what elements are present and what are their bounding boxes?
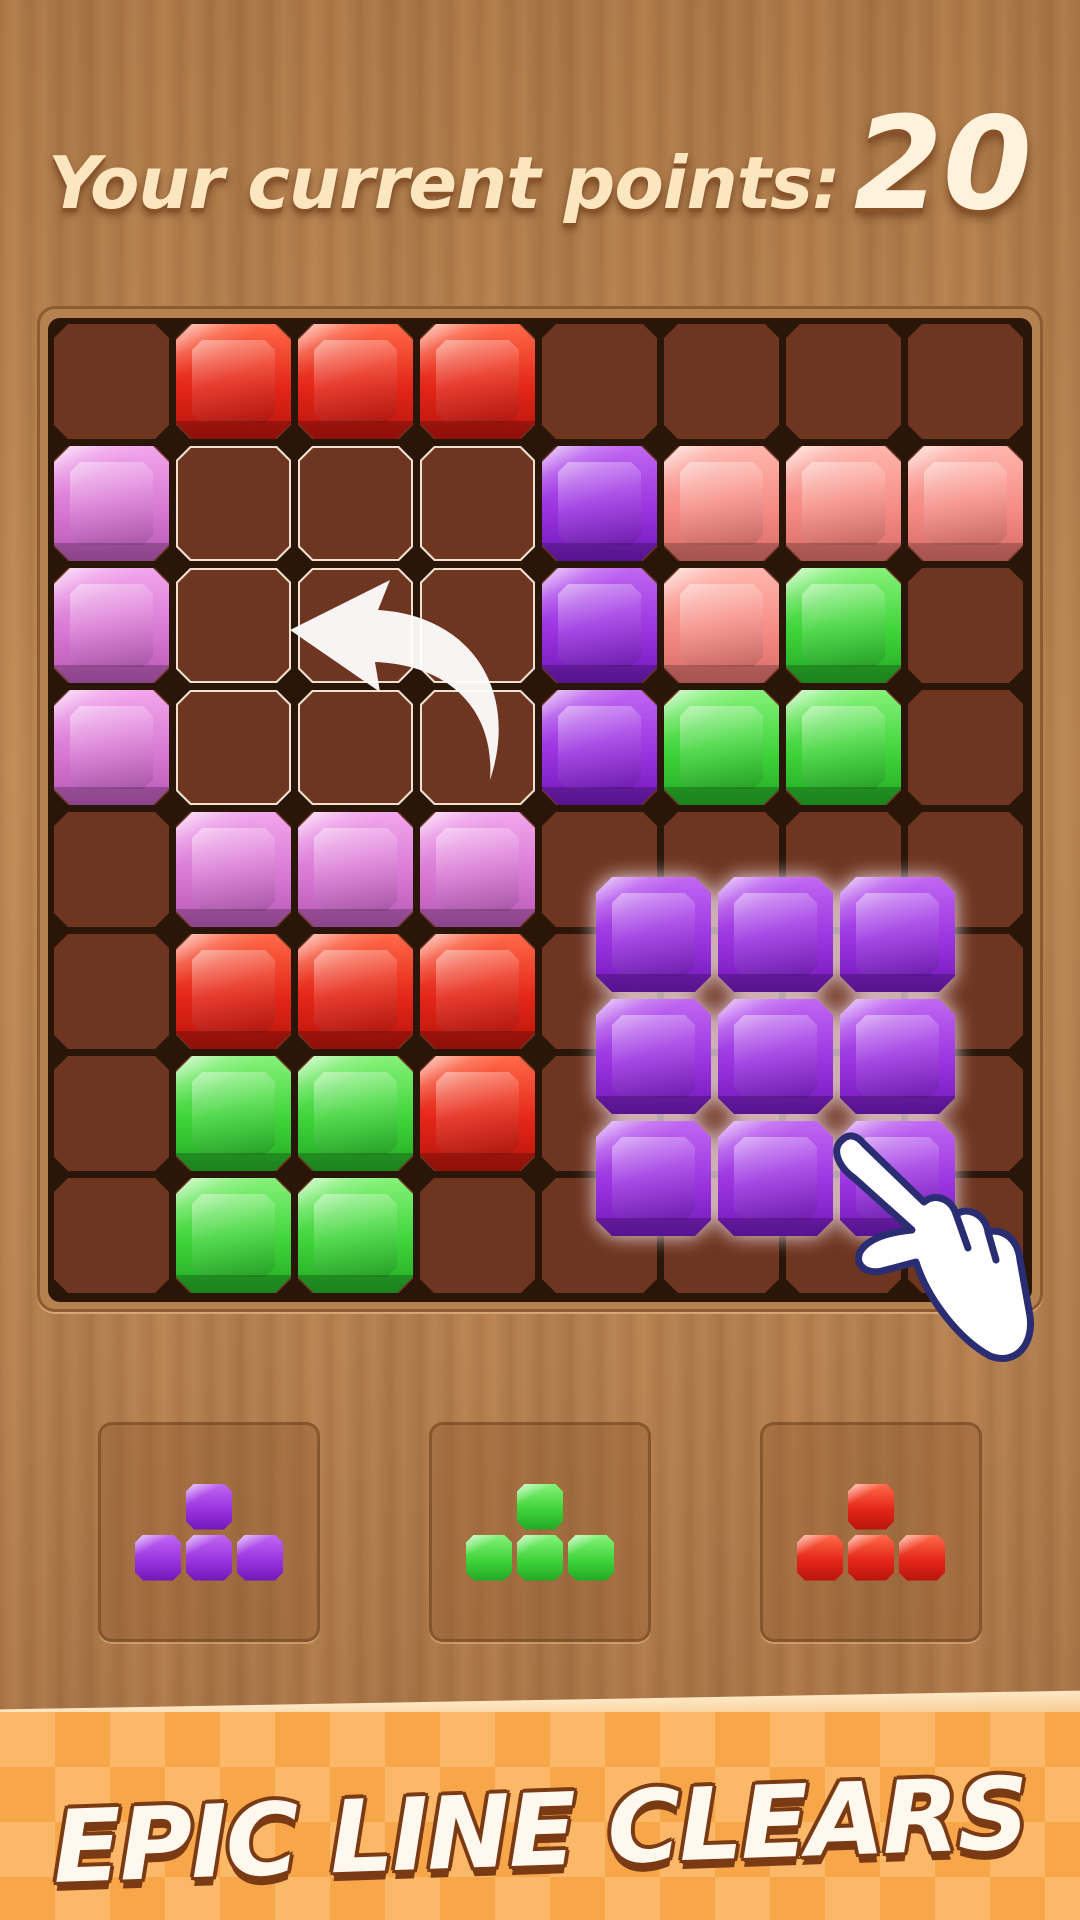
pointing-hand-icon <box>833 1132 1035 1362</box>
board-cell[interactable] <box>420 446 535 561</box>
purple-mini-gem <box>186 1483 232 1530</box>
purple-gem <box>718 999 833 1114</box>
green-mini-gem <box>517 1534 563 1581</box>
piece-slot-3[interactable] <box>760 1422 982 1642</box>
green-gem <box>176 1178 291 1293</box>
board-cell[interactable] <box>908 568 1023 683</box>
purple-mini-gem <box>237 1534 283 1581</box>
purple-gem <box>596 1121 711 1236</box>
score-label: Your current points: <box>48 141 841 225</box>
pink-gem <box>54 446 169 561</box>
red-mini-gem <box>848 1483 894 1530</box>
green-gem <box>664 690 779 805</box>
purple-gem <box>840 877 955 992</box>
board-cell[interactable] <box>54 934 169 1049</box>
curved-arrow-icon <box>290 580 499 780</box>
board-cell[interactable] <box>908 690 1023 805</box>
red-gem <box>420 324 535 439</box>
pink-gem <box>298 812 413 927</box>
board-cell[interactable] <box>542 324 657 439</box>
purple-gem <box>596 999 711 1114</box>
red-mini-gem <box>848 1534 894 1581</box>
purple-gem <box>542 568 657 683</box>
board-cell[interactable] <box>298 446 413 561</box>
purple-gem <box>542 446 657 561</box>
purple-gem <box>596 877 711 992</box>
red-mini-gem <box>899 1534 945 1581</box>
green-gem <box>298 1056 413 1171</box>
piece-slot-1[interactable] <box>98 1422 320 1642</box>
board-cell[interactable] <box>54 324 169 439</box>
green-gem <box>298 1178 413 1293</box>
pink-gem <box>54 690 169 805</box>
purple-gem <box>718 1121 833 1236</box>
green-mini-gem <box>466 1534 512 1581</box>
green-gem <box>176 1056 291 1171</box>
score-display: Your current points: 20 <box>0 90 1080 239</box>
red-gem <box>420 934 535 1049</box>
board-cell[interactable] <box>420 1178 535 1293</box>
piece-slot-2[interactable] <box>429 1422 651 1642</box>
red-mini-gem <box>797 1534 843 1581</box>
board-cell[interactable] <box>54 1056 169 1171</box>
board-cell[interactable] <box>786 324 901 439</box>
pink-gem <box>420 812 535 927</box>
board-cell[interactable] <box>664 324 779 439</box>
board-cell[interactable] <box>54 812 169 927</box>
purple-mini-gem <box>186 1534 232 1581</box>
board-cell[interactable] <box>176 690 291 805</box>
salmon-gem <box>664 446 779 561</box>
purple-gem <box>718 877 833 992</box>
red-gem <box>176 934 291 1049</box>
pink-gem <box>176 812 291 927</box>
purple-gem <box>840 999 955 1114</box>
salmon-gem <box>908 446 1023 561</box>
green-gem <box>786 690 901 805</box>
green-mini-gem <box>568 1534 614 1581</box>
green-mini-gem <box>517 1483 563 1530</box>
red-gem <box>298 934 413 1049</box>
board-cell[interactable] <box>54 1178 169 1293</box>
pink-gem <box>54 568 169 683</box>
board-cell[interactable] <box>176 446 291 561</box>
red-gem <box>176 324 291 439</box>
salmon-gem <box>664 568 779 683</box>
purple-mini-gem <box>135 1534 181 1581</box>
board-cell[interactable] <box>908 324 1023 439</box>
red-gem <box>298 324 413 439</box>
score-value: 20 <box>853 90 1032 239</box>
red-gem <box>420 1056 535 1171</box>
purple-gem <box>542 690 657 805</box>
board-cell[interactable] <box>176 568 291 683</box>
green-gem <box>786 568 901 683</box>
salmon-gem <box>786 446 901 561</box>
